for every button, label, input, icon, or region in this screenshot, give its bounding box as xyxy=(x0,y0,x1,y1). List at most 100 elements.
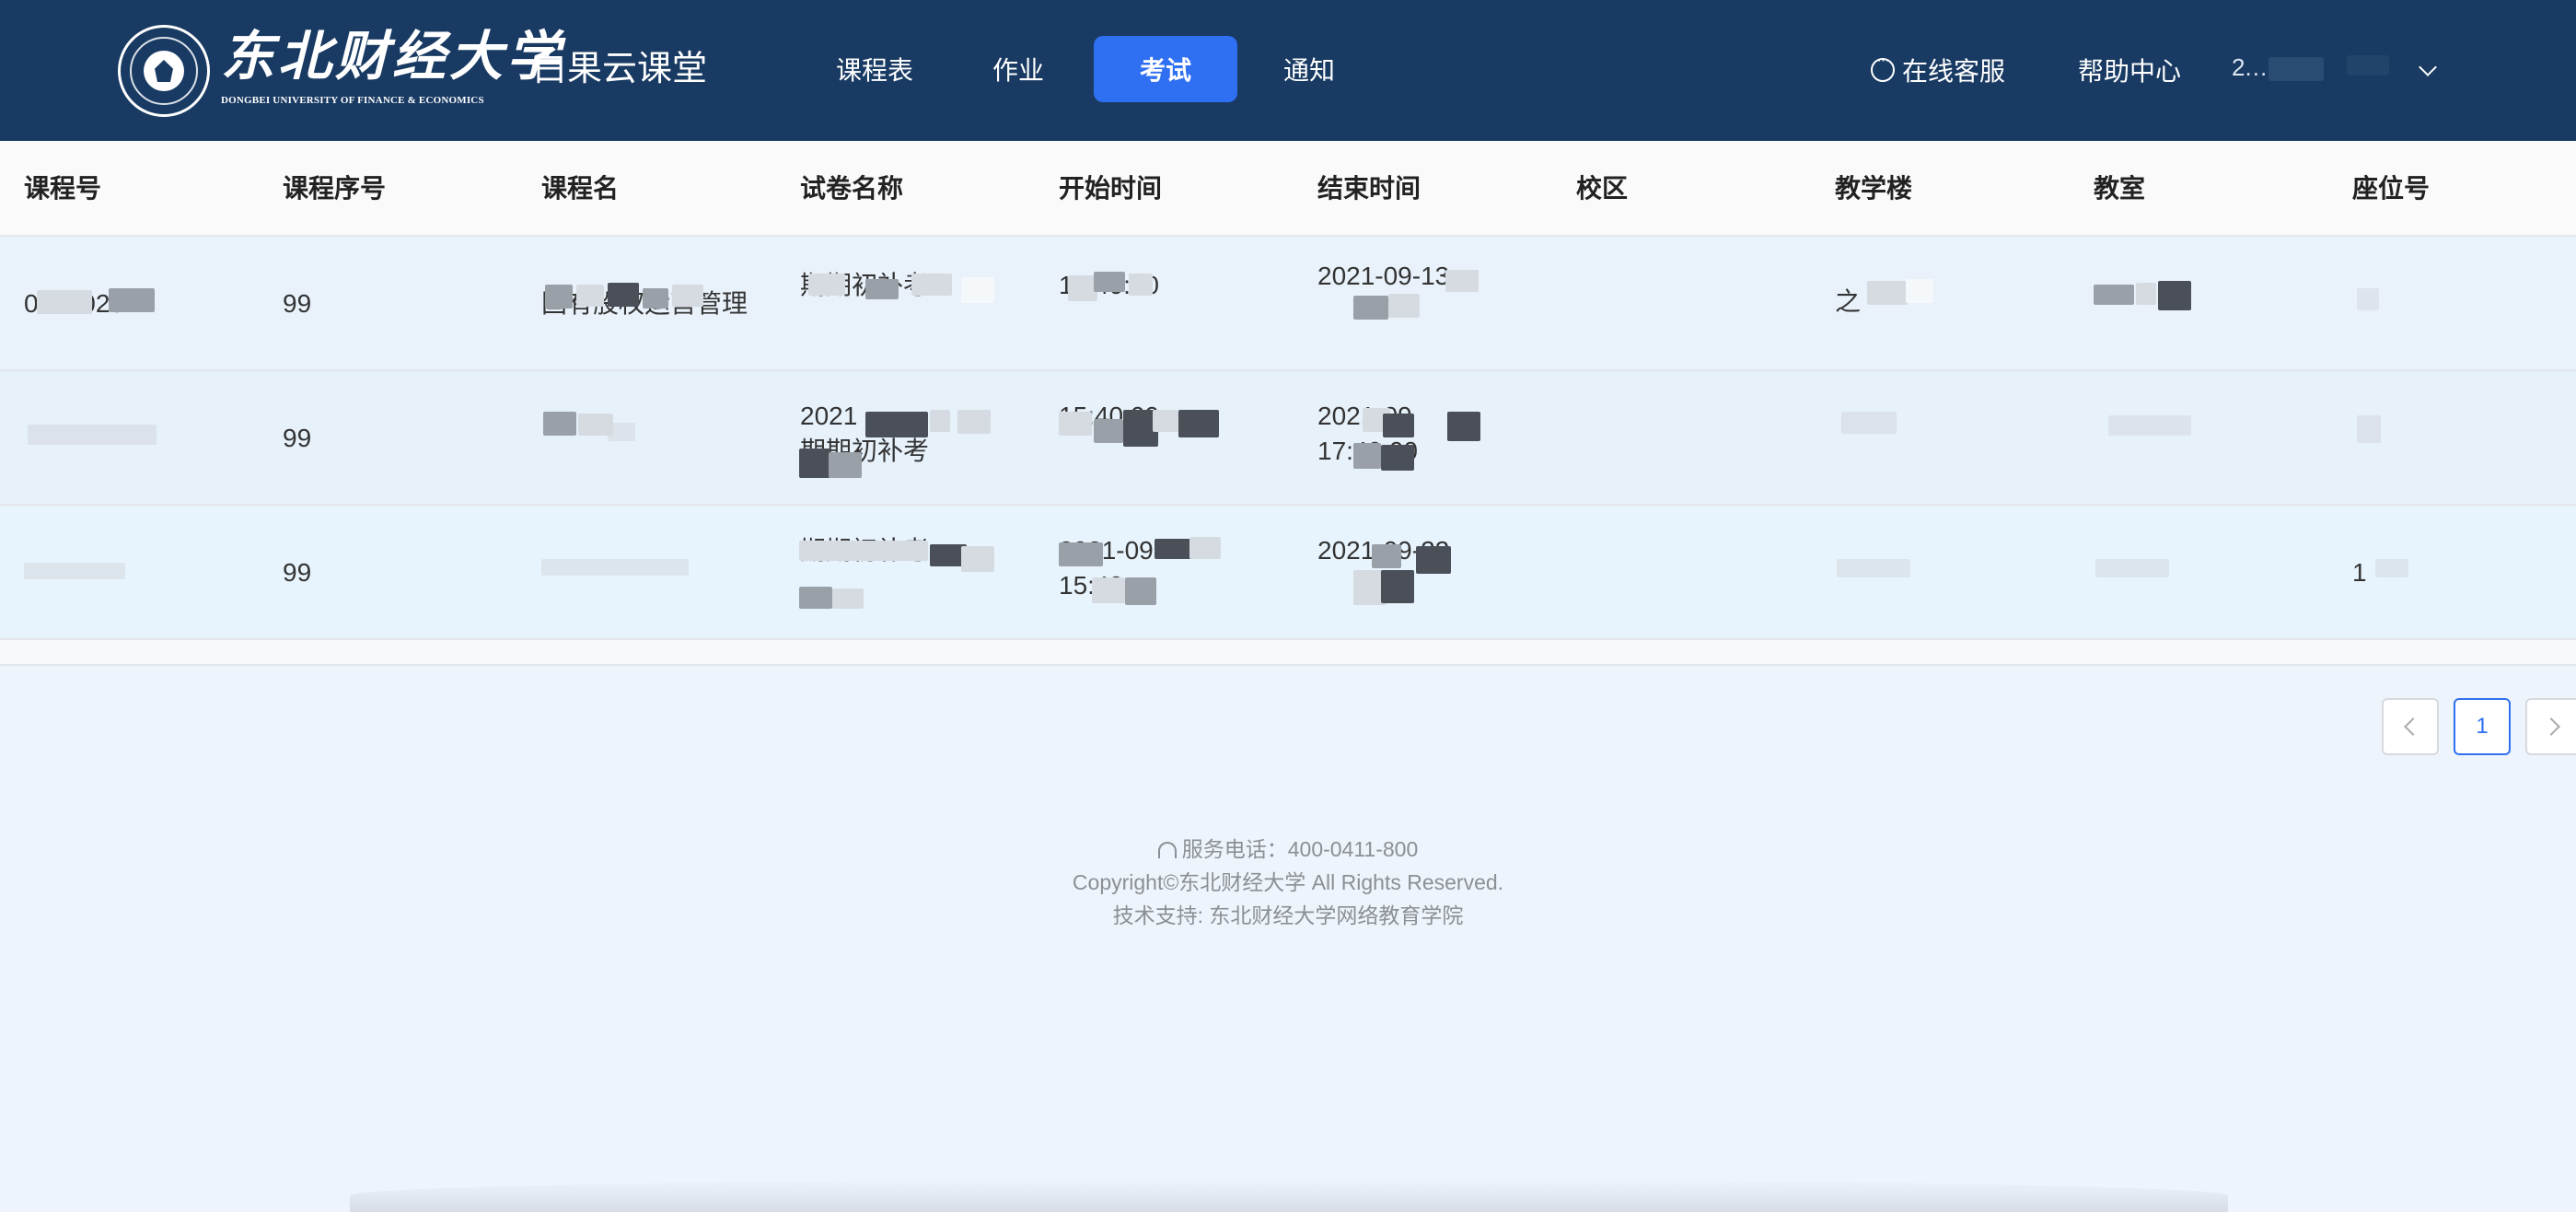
nav-homework[interactable]: 作业 xyxy=(946,36,1090,102)
redacted-mask xyxy=(2094,285,2134,305)
redacted-mask xyxy=(545,285,573,309)
cell-seq: 99 xyxy=(283,289,312,318)
cell-seat: 1 xyxy=(2352,558,2367,587)
user-menu[interactable]: 2.… xyxy=(2232,53,2407,87)
column-header-start-time: 开始时间 xyxy=(1059,174,1163,203)
cell-end-time: 2021-09-13 xyxy=(1317,262,1450,290)
redacted-mask xyxy=(1445,270,1479,292)
help-center-link[interactable]: 帮助中心 xyxy=(2078,46,2181,94)
redacted-mask xyxy=(608,423,635,441)
cell-seq: 99 xyxy=(283,558,312,587)
redacted-mask xyxy=(1447,412,1480,441)
redacted-mask xyxy=(1372,544,1401,568)
university-logo-en: DONGBEI UNIVERSITY OF FINANCE & ECONOMIC… xyxy=(221,95,484,106)
redacted-mask xyxy=(1381,570,1414,603)
main-nav: 课程表 作业 考试 通知 xyxy=(803,36,1381,102)
redacted-mask xyxy=(576,285,604,307)
pagination-prev-button[interactable] xyxy=(2382,698,2439,755)
redacted-mask xyxy=(1416,546,1451,574)
pagination-page-1[interactable]: 1 xyxy=(2454,698,2511,755)
redacted-mask xyxy=(1094,272,1125,292)
cell-seq: 99 xyxy=(283,424,312,452)
column-header-course-name: 课程名 xyxy=(541,174,620,203)
redacted-mask xyxy=(109,288,155,312)
column-header-campus: 校区 xyxy=(1576,174,1629,203)
redacted-mask xyxy=(957,410,991,434)
cell-building: 之 xyxy=(1835,287,1862,316)
redacted-mask xyxy=(1155,539,1191,559)
chevron-right-icon xyxy=(2542,717,2560,736)
redacted-mask xyxy=(672,285,703,307)
redacted-mask xyxy=(930,410,950,432)
redacted-mask xyxy=(1867,281,1908,305)
column-header-course-no: 课程号 xyxy=(24,174,102,203)
pagination-next-button[interactable] xyxy=(2525,698,2576,755)
footer-phone: 服务电话：400-0411-800 xyxy=(0,833,2576,866)
redacted-mask xyxy=(808,274,845,296)
redacted-mask xyxy=(2095,559,2169,577)
redacted-mask xyxy=(1353,296,1388,320)
table-footer xyxy=(0,640,2576,666)
redacted-mask xyxy=(541,559,689,576)
redacted-mask xyxy=(961,546,994,572)
chevron-down-icon[interactable] xyxy=(2419,58,2437,76)
redacted-mask xyxy=(829,452,862,478)
redacted-mask xyxy=(2347,55,2389,76)
table-row: 99 2021 期期初补考 15:40:00 2021-09 17:40:00 xyxy=(0,371,2576,506)
redacted-mask xyxy=(2108,415,2191,436)
redacted-mask xyxy=(1094,419,1123,443)
redacted-mask xyxy=(24,563,125,579)
redacted-mask xyxy=(1837,559,1910,577)
nav-notice[interactable]: 通知 xyxy=(1237,36,1381,102)
footer-copyright: Copyright©东北财经大学 All Rights Reserved. xyxy=(1072,870,1504,894)
nav-exam[interactable]: 考试 xyxy=(1094,36,1237,102)
table-row: 99 期期初补考 2021-09-22 15:40 2021-09-22 xyxy=(0,506,2576,640)
headset-icon xyxy=(1157,842,1177,858)
redacted-mask xyxy=(799,541,928,561)
redacted-mask xyxy=(961,277,994,303)
redacted-mask xyxy=(1059,542,1103,566)
redacted-mask xyxy=(608,283,639,307)
online-service-link[interactable]: 在线客服 xyxy=(1871,46,2005,94)
university-logo-text: 东北财经大学 xyxy=(221,25,564,87)
column-header-seat: 座位号 xyxy=(2352,174,2431,203)
redacted-mask xyxy=(643,288,668,309)
redacted-mask xyxy=(1178,410,1219,437)
redacted-mask xyxy=(2375,559,2408,577)
top-header: 东北财经大学 DONGBEI UNIVERSITY OF FINANCE & E… xyxy=(0,0,2576,141)
bottom-shadow xyxy=(350,1179,2228,1212)
redacted-mask xyxy=(543,412,576,436)
help-center-label: 帮助中心 xyxy=(2078,57,2182,86)
redacted-mask xyxy=(37,290,92,314)
redacted-mask xyxy=(1353,443,1381,469)
online-service-label: 在线客服 xyxy=(1902,57,2006,86)
redacted-mask xyxy=(832,589,864,609)
redacted-mask xyxy=(1125,577,1156,605)
university-seal-icon xyxy=(118,25,210,117)
redacted-mask xyxy=(799,587,832,609)
redacted-mask xyxy=(2136,283,2156,305)
table-header: 课程号 课程序号 课程名 试卷名称 开始时间 结束时间 校区 教学楼 教室 座位… xyxy=(0,141,2576,237)
redacted-mask xyxy=(1189,537,1221,559)
redacted-mask xyxy=(28,425,157,445)
app-title[interactable]: 白果云课堂 xyxy=(532,46,707,92)
page-footer: 服务电话：400-0411-800 Copyright©东北财经大学 All R… xyxy=(0,833,2576,932)
chat-icon xyxy=(1871,52,1895,82)
redacted-mask xyxy=(2269,57,2324,81)
column-header-end-time: 结束时间 xyxy=(1317,174,1421,203)
redacted-mask xyxy=(2158,281,2191,310)
redacted-mask xyxy=(1059,412,1092,436)
column-header-room: 教室 xyxy=(2094,174,2146,203)
column-header-building: 教学楼 xyxy=(1835,174,1913,203)
redacted-mask xyxy=(911,274,952,296)
redacted-mask xyxy=(2357,415,2381,443)
redacted-mask xyxy=(1381,445,1414,471)
table-row: 01040252 99 国有股权运营管理 期期初补考 15:40:00 2021… xyxy=(0,237,2576,371)
footer-support: 技术支持: 东北财经大学网络教育学院 xyxy=(1112,903,1464,927)
nav-schedule[interactable]: 课程表 xyxy=(803,36,946,102)
exam-table: 课程号 课程序号 课程名 试卷名称 开始时间 结束时间 校区 教学楼 教室 座位… xyxy=(0,141,2576,666)
redacted-mask xyxy=(1841,412,1897,434)
column-header-seq: 课程序号 xyxy=(283,174,387,203)
redacted-mask xyxy=(1129,274,1153,296)
redacted-mask xyxy=(1153,410,1178,432)
